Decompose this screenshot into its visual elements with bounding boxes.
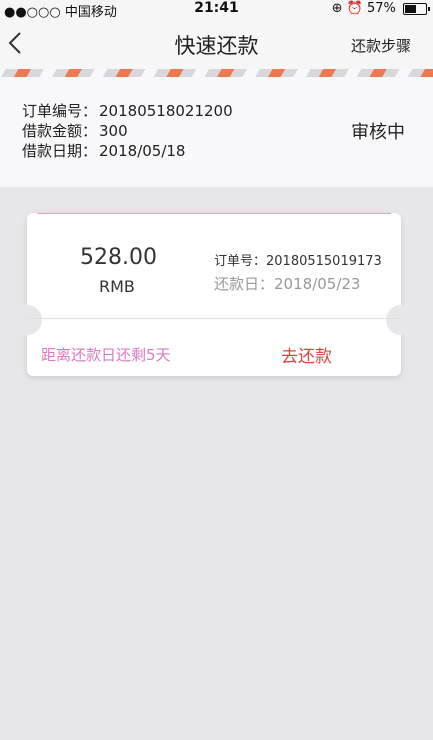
repayment-ticket-card: 528.00 RMB 订单号：20180515019173 还款日：2018/0… <box>12 213 416 376</box>
ticket-notch-left <box>12 305 42 335</box>
order-number-row: 订单编号： 20180518021200 <box>22 100 233 121</box>
loan-amount-row: 借款金额： 300 <box>22 120 128 141</box>
decorative-stripe <box>0 69 433 77</box>
order-number-value: 20180518021200 <box>99 102 233 120</box>
ticket-notch-right <box>386 305 416 335</box>
loan-date-label: 借款日期： <box>22 142 98 160</box>
loan-date-value: 2018/05/18 <box>99 142 186 160</box>
status-bar: ●●○○○ 中国移动 21:41 ⊕ ⏰ 57% <box>0 0 433 20</box>
battery-percent: 57% <box>366 1 396 16</box>
days-remaining-text: 距离还款日还剩5天 <box>41 346 171 364</box>
repay-amount: 528.00 <box>80 245 157 270</box>
ticket-due-date: 2018/05/23 <box>274 275 361 293</box>
ticket-top-line <box>37 213 391 214</box>
ticket-due-row: 还款日：2018/05/23 <box>214 273 360 294</box>
review-status: 审核中 <box>351 122 405 143</box>
ticket-due-label: 还款日： <box>214 275 275 293</box>
repay-currency: RMB <box>99 277 135 296</box>
order-info-panel: 订单编号： 20180518021200 借款金额： 300 借款日期： 2018/0… <box>0 77 433 187</box>
lock-rotation-icon: ⊕ <box>331 1 343 16</box>
alarm-icon: ⏰ <box>346 1 363 16</box>
status-right: ⊕ ⏰ 57% <box>331 1 430 16</box>
loan-date-row: 借款日期： 2018/05/18 <box>22 140 185 161</box>
battery-icon <box>403 2 430 15</box>
loan-amount-value: 300 <box>99 122 128 140</box>
ticket-order-row: 订单号：20180515019173 <box>214 250 382 269</box>
nav-bar: 快速还款 还款步骤 <box>0 18 433 70</box>
ticket-divider <box>27 318 401 319</box>
loan-amount-label: 借款金额： <box>22 122 98 140</box>
ticket-order-label: 订单号： <box>214 254 267 269</box>
go-repay-button[interactable]: 去还款 <box>281 342 332 367</box>
order-number-label: 订单编号： <box>22 102 98 120</box>
ticket-order-number: 20180515019173 <box>266 254 382 269</box>
repayment-steps-button[interactable]: 还款步骤 <box>351 35 411 56</box>
